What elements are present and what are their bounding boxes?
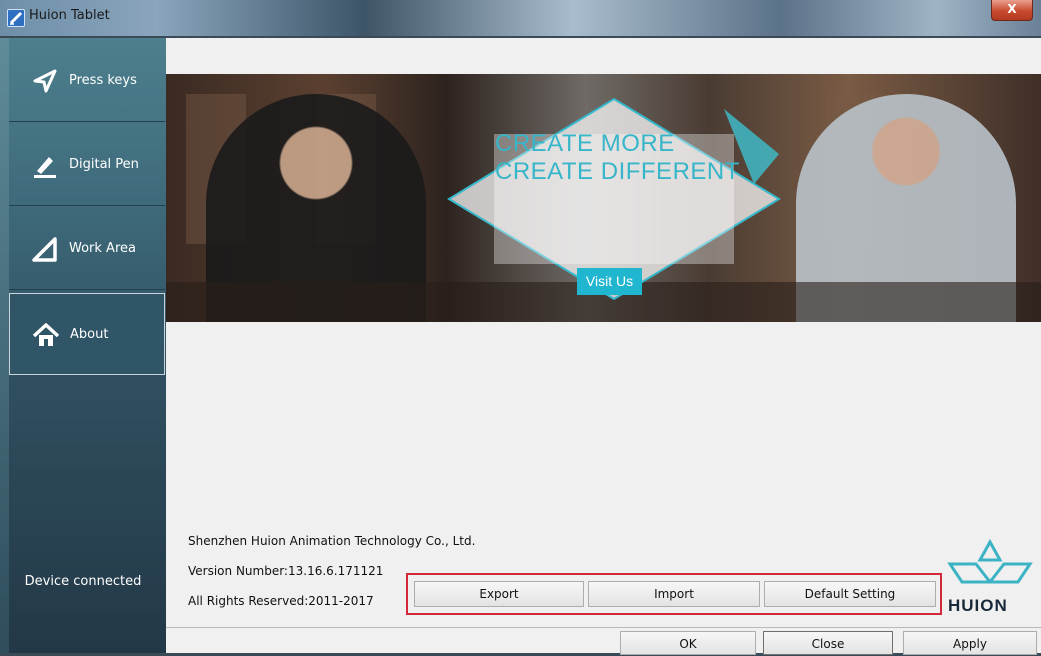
copyright-text: All Rights Reserved:2011-2017 xyxy=(188,594,374,608)
home-icon xyxy=(32,322,60,348)
sidebar-item-label: Press keys xyxy=(69,73,137,88)
footer-divider xyxy=(166,627,1041,628)
sidebar-item-digital-pen[interactable]: Digital Pen xyxy=(9,124,165,206)
window-close-button[interactable]: X xyxy=(991,0,1033,21)
title-bar: Huion Tablet X xyxy=(0,0,1041,36)
banner-headline: CREATE MORE CREATE DIFFERENT xyxy=(495,130,740,186)
import-button[interactable]: Import xyxy=(588,581,760,607)
device-status: Device connected xyxy=(24,574,142,589)
pen-icon xyxy=(31,152,59,178)
apply-button[interactable]: Apply xyxy=(903,631,1037,655)
logo-wordmark: HUION xyxy=(948,596,1008,615)
default-setting-button[interactable]: Default Setting xyxy=(764,581,936,607)
close-button[interactable]: Close xyxy=(763,631,893,655)
ok-button[interactable]: OK xyxy=(620,631,756,655)
version-number: Version Number:13.16.6.171121 xyxy=(188,564,384,578)
send-arrow-icon xyxy=(31,68,59,94)
export-button[interactable]: Export xyxy=(414,581,584,607)
sidebar-item-label: About xyxy=(70,327,109,342)
headline-line-1: CREATE MORE xyxy=(495,130,675,157)
window-title: Huion Tablet xyxy=(29,8,110,23)
app-icon xyxy=(7,9,25,27)
company-name: Shenzhen Huion Animation Technology Co.,… xyxy=(188,534,476,548)
main-panel: CREATE MORE CREATE DIFFERENT Visit Us Sh… xyxy=(166,38,1041,655)
promo-banner: CREATE MORE CREATE DIFFERENT Visit Us xyxy=(166,74,1041,322)
sidebar-item-about[interactable]: About xyxy=(9,293,165,375)
config-actions-group: Export Import Default Setting xyxy=(406,573,942,615)
crown-logo-icon xyxy=(947,538,1033,584)
triangle-icon xyxy=(31,236,59,262)
huion-logo: HUION xyxy=(946,538,1038,618)
visit-us-button[interactable]: Visit Us xyxy=(577,268,642,295)
sidebar-item-label: Work Area xyxy=(69,241,136,256)
sidebar-item-press-keys[interactable]: Press keys xyxy=(9,40,165,122)
sidebar-edge xyxy=(0,38,9,653)
headline-line-2: CREATE DIFFERENT xyxy=(495,158,740,185)
sidebar-item-work-area[interactable]: Work Area xyxy=(9,208,165,290)
sidebar-item-label: Digital Pen xyxy=(69,157,139,172)
